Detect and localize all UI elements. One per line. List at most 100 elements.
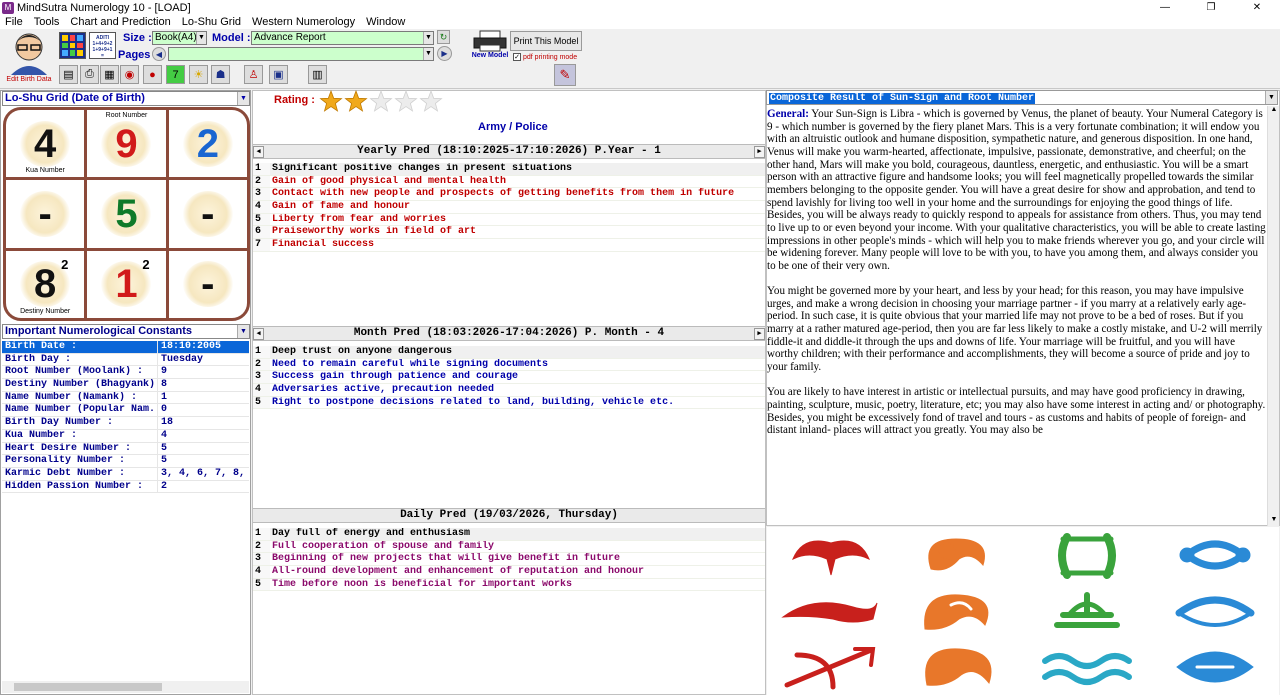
table-row[interactable]: Hidden Passion Number :2 bbox=[2, 480, 249, 494]
libra-icon[interactable] bbox=[1023, 583, 1151, 639]
table-row[interactable]: Birth Date :18:10:2005 bbox=[2, 341, 249, 354]
list-item[interactable]: 6 Praiseworthy works in field of art bbox=[253, 226, 765, 240]
list-item[interactable]: 4 All-round development and enhancement o… bbox=[253, 566, 765, 579]
prev-arrow-icon[interactable]: ◀ bbox=[253, 146, 264, 158]
list-item[interactable]: 1 Significant positive changes in present… bbox=[253, 163, 765, 176]
checkbox-check-icon: ✓ bbox=[513, 53, 521, 61]
menu-western-numerology[interactable]: Western Numerology bbox=[247, 16, 361, 28]
list-item[interactable]: 5 Time before noon is beneficial for impo… bbox=[253, 578, 765, 592]
chart-icon[interactable]: ▣ bbox=[269, 65, 288, 84]
calendar-icon[interactable]: ▥ bbox=[308, 65, 327, 84]
scroll-up-icon[interactable]: ▲ bbox=[1269, 106, 1279, 116]
loshu-grid-icon[interactable] bbox=[59, 32, 86, 59]
refresh-icon[interactable]: ↻ bbox=[437, 30, 450, 44]
color-circle-icon[interactable]: ● bbox=[143, 65, 162, 84]
table-row[interactable]: Name Number (Popular Nam... 0 bbox=[2, 404, 249, 418]
size-select[interactable]: Book(A4) ▼ bbox=[152, 31, 207, 45]
print-setup-icon[interactable]: ▦ bbox=[100, 65, 119, 84]
users-icon[interactable]: ☗ bbox=[211, 65, 230, 84]
scroll-thumb[interactable] bbox=[14, 683, 162, 691]
list-item[interactable]: 3 Contact with new people and prospects o… bbox=[253, 188, 765, 202]
list-item[interactable]: 7 Financial success bbox=[253, 239, 765, 252]
list-item[interactable]: 5 Liberty from fear and worries bbox=[253, 213, 765, 227]
bulb-icon[interactable]: ☀ bbox=[189, 65, 208, 84]
name-number-icon[interactable]: ADITI 1+4+9+2 1+9+9+1 = bbox=[89, 32, 116, 59]
menu-window[interactable]: Window bbox=[361, 16, 411, 28]
minimize-button[interactable]: — bbox=[1142, 0, 1188, 15]
list-item[interactable]: 4 Gain of fame and honour bbox=[253, 201, 765, 214]
list-item[interactable]: 1 Deep trust on anyone dangerous bbox=[253, 346, 765, 359]
aries-icon[interactable] bbox=[767, 527, 895, 583]
cancer-icon[interactable] bbox=[1151, 527, 1279, 583]
prev-page-icon[interactable]: ◀ bbox=[152, 47, 166, 61]
number-seven-icon[interactable]: 7 bbox=[166, 65, 185, 84]
constants-hscroll[interactable] bbox=[2, 681, 249, 693]
zodiac-symbol bbox=[1179, 540, 1251, 570]
table-row[interactable]: Destiny Number (Bhagyank) :8 bbox=[2, 379, 249, 392]
constants-combo[interactable]: Important Numerological Constants ▼ bbox=[2, 324, 250, 339]
menu-file[interactable]: File bbox=[0, 16, 29, 28]
chevron-down-icon: ▼ bbox=[423, 48, 433, 60]
list-item[interactable]: 2 Gain of good physical and mental health bbox=[253, 175, 765, 189]
grid-number: - bbox=[201, 191, 215, 236]
scroll-down-icon[interactable]: ▼ bbox=[1269, 516, 1279, 526]
restore-button[interactable]: ❐ bbox=[1188, 0, 1234, 15]
menu-chart-prediction[interactable]: Chart and Prediction bbox=[65, 16, 176, 28]
gemini-icon[interactable] bbox=[1023, 527, 1151, 583]
destiny-number-caption: Destiny Number bbox=[20, 308, 71, 315]
loshu-combo[interactable]: Lo-Shu Grid (Date of Birth) ▼ bbox=[2, 91, 250, 106]
grid-number: - bbox=[38, 191, 52, 236]
table-row[interactable]: Root Number (Moolank) :9 bbox=[2, 366, 249, 380]
grid-number: 5 bbox=[115, 191, 138, 236]
scorpio-icon[interactable] bbox=[767, 583, 895, 639]
printer-icon[interactable]: ⎙ bbox=[80, 65, 99, 84]
list-item[interactable]: 3 Success gain through patience and coura… bbox=[253, 371, 765, 385]
cancer-alt-icon[interactable] bbox=[1151, 583, 1279, 639]
star-filled-icon bbox=[344, 89, 368, 112]
model-select[interactable]: Advance Report ▼ bbox=[251, 31, 434, 45]
table-row[interactable]: Kua Number :4 bbox=[2, 429, 249, 443]
pdf-mode-checkbox[interactable]: ✓ pdf printing mode bbox=[513, 52, 585, 62]
chevron-down-icon: ▼ bbox=[196, 32, 206, 44]
grid-cell: - bbox=[168, 250, 247, 318]
table-row[interactable]: Heart Desire Number :5 bbox=[2, 442, 249, 456]
next-page-icon[interactable]: ▶ bbox=[437, 46, 452, 61]
table-row[interactable]: Birth Day Number :18 bbox=[2, 417, 249, 430]
table-row[interactable]: Karmic Debt Number :3, 4, 6, 7, 8, 9 bbox=[2, 467, 249, 481]
next-arrow-icon[interactable]: ▶ bbox=[754, 328, 765, 340]
menu-loshu-grid[interactable]: Lo-Shu Grid bbox=[177, 16, 247, 28]
table-row[interactable]: Birth Day : Tuesday bbox=[2, 353, 249, 367]
aquarius-icon[interactable] bbox=[1023, 639, 1151, 695]
list-item[interactable]: 2 Full cooperation of spouse and family bbox=[253, 540, 765, 554]
leo-alt2-icon[interactable] bbox=[895, 639, 1023, 695]
print-model-button[interactable]: Print This Model bbox=[510, 31, 582, 51]
list-item[interactable]: 3 Beginning of new projects that will giv… bbox=[253, 553, 765, 567]
menu-tools[interactable]: Tools bbox=[29, 16, 66, 28]
prev-arrow-icon[interactable]: ◀ bbox=[253, 328, 264, 340]
grid-cell: - bbox=[168, 180, 247, 248]
leo-icon[interactable] bbox=[895, 527, 1023, 583]
new-model-button[interactable]: New Model bbox=[470, 30, 510, 61]
pages-select[interactable]: ▼ bbox=[168, 47, 434, 61]
book-help-icon[interactable]: ✎ bbox=[554, 64, 576, 86]
next-arrow-icon[interactable]: ▶ bbox=[754, 146, 765, 158]
pisces-icon[interactable] bbox=[1151, 639, 1279, 695]
list-item[interactable]: 2 Need to remain careful while signing do… bbox=[253, 358, 765, 372]
list-item[interactable]: 1 Day full of energy and enthusiasm bbox=[253, 528, 765, 541]
composite-vscroll[interactable]: ▲ ▼ bbox=[1267, 106, 1279, 526]
list-item[interactable]: 4 Adversaries active, precaution needed bbox=[253, 384, 765, 397]
people-icon[interactable]: ♙ bbox=[244, 65, 263, 84]
grid-superscript: 2 bbox=[61, 256, 69, 272]
composite-combo[interactable]: Composite Result of Sun-Sign and Root Nu… bbox=[766, 90, 1278, 105]
print-icon[interactable]: ▤ bbox=[59, 65, 78, 84]
table-row[interactable]: Name Number (Namank) :1 bbox=[2, 391, 249, 405]
list-item[interactable]: 5 Right to postpone decisions related to … bbox=[253, 396, 765, 410]
zodiac-symbol bbox=[1058, 533, 1116, 579]
target-icon[interactable]: ◉ bbox=[120, 65, 139, 84]
leo-alt-icon[interactable] bbox=[895, 583, 1023, 639]
sagittarius-icon[interactable] bbox=[767, 639, 895, 695]
edit-birth-data-button[interactable]: Edit Birth Data bbox=[3, 31, 55, 85]
close-button[interactable]: ✕ bbox=[1234, 0, 1280, 15]
star-empty-icon bbox=[394, 89, 418, 112]
table-row[interactable]: Personality Number :5 bbox=[2, 455, 249, 468]
